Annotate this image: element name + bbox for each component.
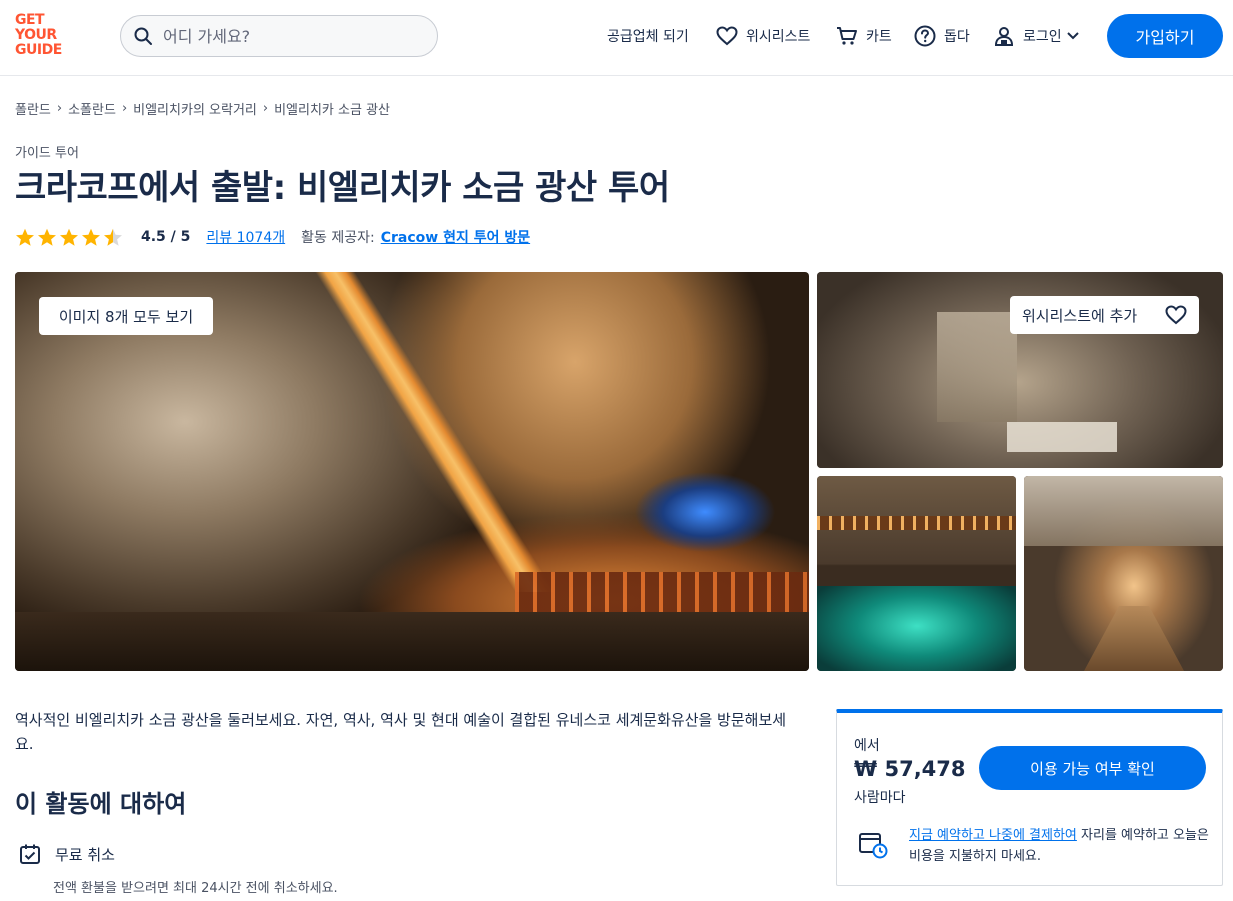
star-icon — [16, 228, 34, 246]
booking-card: 에서 ₩ 57,478 사람마다 이용 가능 여부 확인 지금 예약하고 나중에… — [836, 709, 1223, 886]
breadcrumb: 폴란드 › 소폴란드 › 비엘리치카의 오락거리 › 비엘리치카 소금 광산 — [15, 99, 390, 118]
cart-icon — [837, 27, 857, 45]
breadcrumb-item[interactable]: 비엘리치카 소금 광산 — [274, 99, 390, 118]
chevron-right-icon: › — [262, 101, 269, 116]
reserve-now-pay-later-text: 지금 예약하고 나중에 결제하여 자리를 예약하고 오늘은 비용을 지불하지 마… — [909, 825, 1209, 867]
nav-wishlist-label: 위시리스트 — [746, 29, 811, 45]
feature-free-cancellation: 무료 취소 — [19, 843, 115, 865]
search-icon — [134, 27, 152, 45]
user-icon — [994, 27, 1014, 46]
nav-help[interactable]: 돕다 — [914, 24, 970, 48]
reserve-now-pay-later-link[interactable]: 지금 예약하고 나중에 결제하여 — [909, 828, 1077, 843]
activity-category: 가이드 투어 — [15, 146, 79, 161]
search-bar[interactable] — [120, 15, 438, 57]
nav-help-label: 돕다 — [944, 29, 970, 45]
provider-link[interactable]: Cracow 현지 투어 방문 — [381, 227, 530, 247]
check-availability-button[interactable]: 이용 가능 여부 확인 — [979, 746, 1206, 790]
feature-label: 무료 취소 — [55, 845, 115, 864]
logo-line-2: YOUR — [15, 27, 57, 43]
chevron-right-icon: › — [56, 101, 63, 116]
reviews-link[interactable]: 리뷰 1074개 — [206, 227, 285, 247]
star-icon — [60, 228, 78, 246]
photo-tunnel[interactable] — [1024, 476, 1223, 671]
view-all-images-label: 이미지 8개 모두 보기 — [58, 307, 194, 326]
view-all-images-button[interactable]: 이미지 8개 모두 보기 — [39, 297, 213, 335]
getyourguide-logo[interactable]: GET YOUR GUIDE — [15, 13, 73, 61]
heart-icon — [716, 26, 738, 46]
nav-login-label: 로그인 — [1023, 29, 1062, 45]
activity-intro: 역사적인 비엘리치카 소금 광산을 둘러보세요. 자연, 역사, 역사 및 현대… — [15, 711, 787, 753]
logo-line-1: GET — [15, 12, 45, 28]
site-header: GET YOUR GUIDE 공급업체 되기 위시리스트 카트 돕 — [0, 0, 1233, 76]
provider-label: 활동 제공자: — [301, 230, 375, 246]
page-title: 크라코프에서 출발: 비엘리치카 소금 광산 투어 — [15, 168, 670, 208]
star-icon — [38, 228, 56, 246]
rating-row: 4.5 / 5 리뷰 1074개 활동 제공자: Cracow 현지 투어 방문 — [15, 226, 530, 248]
help-icon — [914, 25, 936, 47]
breadcrumb-item[interactable]: 폴란드 — [15, 99, 51, 118]
rating-value: 4.5 / 5 — [141, 229, 191, 245]
price-value: ₩ 57,478 — [854, 757, 966, 781]
star-rating — [15, 228, 125, 247]
add-to-wishlist-button[interactable]: 위시리스트에 추가 — [1010, 296, 1199, 334]
breadcrumb-item[interactable]: 비엘리치카의 오락거리 — [133, 99, 257, 118]
nav-wishlist[interactable]: 위시리스트 — [716, 24, 810, 48]
photo-underground-lake[interactable] — [817, 476, 1016, 671]
breadcrumb-item[interactable]: 소폴란드 — [68, 99, 116, 118]
nav-become-supplier-label: 공급업체 되기 — [607, 29, 689, 45]
add-to-wishlist-label: 위시리스트에 추가 — [1022, 306, 1138, 325]
search-input[interactable] — [163, 26, 413, 46]
nav-cart[interactable]: 카트 — [836, 24, 892, 48]
calendar-check-icon — [20, 844, 40, 864]
nav-login[interactable]: 로그인 — [993, 24, 1080, 48]
nav-become-supplier[interactable]: 공급업체 되기 — [607, 24, 689, 48]
logo-line-3: GUIDE — [15, 42, 62, 58]
nav-cart-label: 카트 — [866, 29, 892, 45]
reserve-now-pay-later-icon — [859, 833, 888, 859]
heart-icon — [1165, 305, 1187, 325]
price-per-person-label: 사람마다 — [854, 790, 906, 806]
about-section-title: 이 활동에 대하여 — [15, 790, 187, 818]
star-icon — [82, 228, 100, 246]
signup-button[interactable]: 가입하기 — [1107, 14, 1223, 58]
chevron-right-icon: › — [121, 101, 128, 116]
feature-description: 전액 환불을 받으려면 최대 24시간 전에 취소하세요. — [53, 881, 338, 896]
chevron-down-icon — [1066, 32, 1079, 40]
star-half-icon — [104, 228, 122, 246]
price-from-label: 에서 — [854, 738, 880, 754]
